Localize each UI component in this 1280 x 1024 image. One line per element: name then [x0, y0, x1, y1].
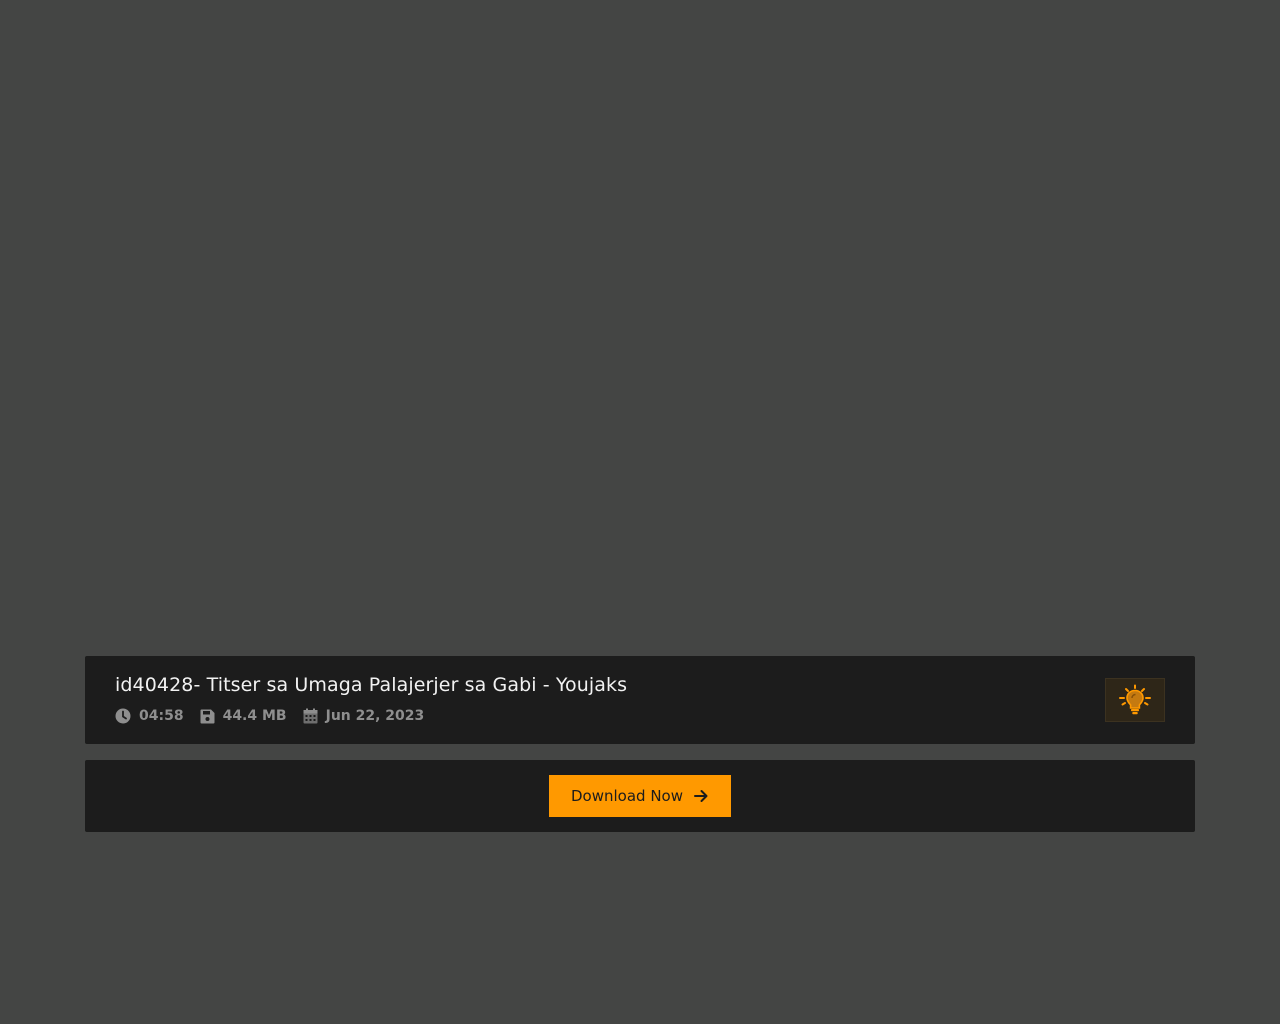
download-button-label: Download Now: [571, 787, 683, 805]
calendar-icon: [303, 708, 318, 724]
clock-icon: [115, 708, 131, 724]
download-now-button[interactable]: Download Now: [549, 775, 731, 817]
video-info-panel: id40428- Titser sa Umaga Palajerjer sa G…: [85, 656, 1195, 744]
lightbulb-icon: [1119, 684, 1151, 715]
download-panel: Download Now: [85, 760, 1195, 832]
date-value: Jun 22, 2023: [325, 708, 425, 724]
duration-value: 04:58: [139, 708, 184, 724]
video-title: id40428- Titser sa Umaga Palajerjer sa G…: [115, 674, 628, 696]
duration-meta: 04:58: [115, 708, 184, 724]
lights-toggle-button[interactable]: [1105, 678, 1165, 722]
date-meta: Jun 22, 2023: [303, 708, 425, 724]
floppy-disk-icon: [200, 709, 215, 723]
video-player-area[interactable]: [85, 0, 1195, 640]
size-meta: 44.4 MB: [200, 708, 287, 724]
video-meta: 04:58 44.4 MB Jun 22, 2023: [115, 708, 440, 724]
arrow-right-icon: [694, 790, 708, 802]
size-value: 44.4 MB: [222, 708, 287, 724]
